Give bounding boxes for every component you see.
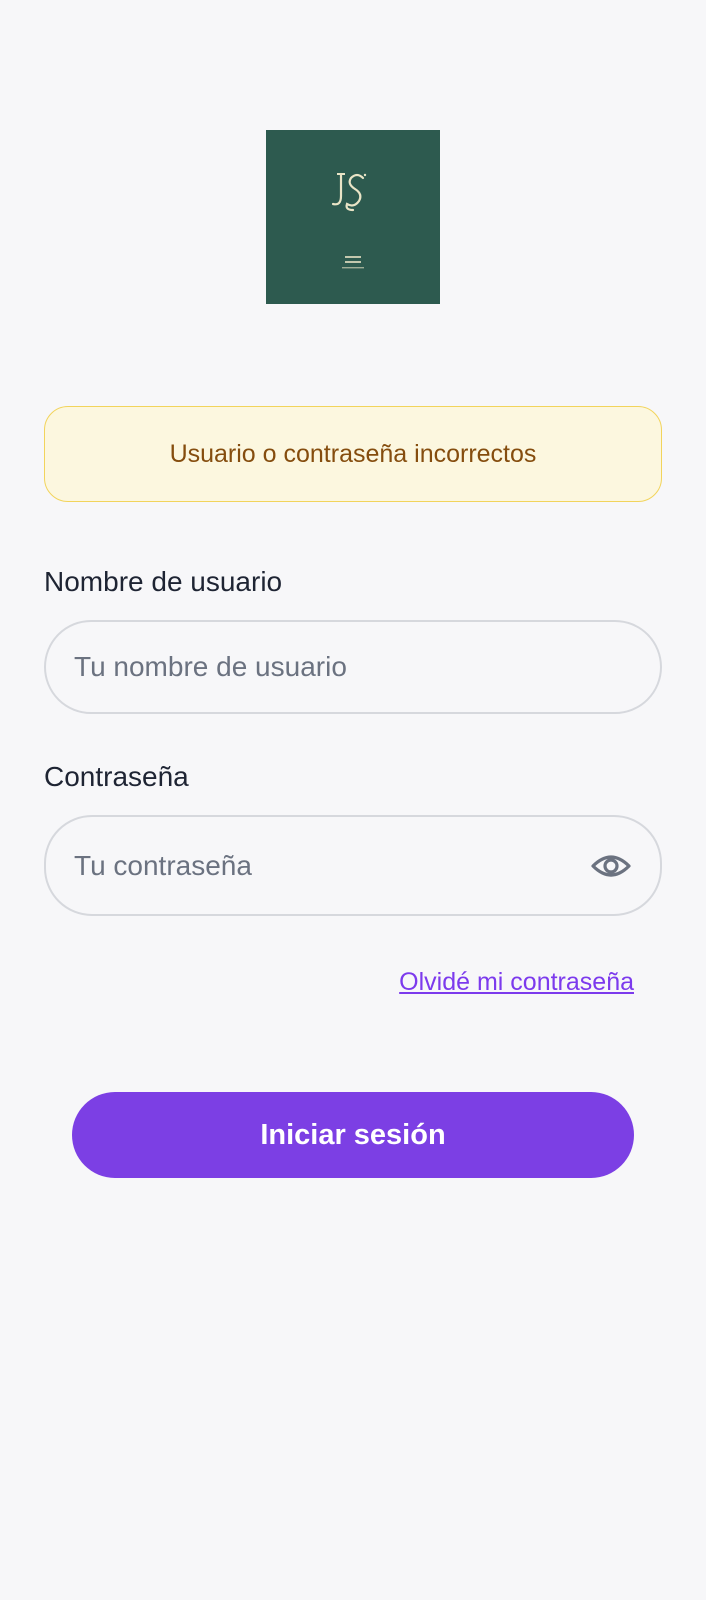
username-label: Nombre de usuario — [44, 566, 283, 597]
logo-monogram — [331, 172, 367, 212]
login-button[interactable]: Iniciar sesión — [72, 1092, 634, 1178]
show-password-toggle[interactable] — [590, 845, 632, 887]
eye-icon — [591, 854, 631, 877]
password-input[interactable] — [74, 817, 574, 914]
error-alert: Usuario o contraseña incorrectos — [44, 406, 662, 502]
error-message: Usuario o contraseña incorrectos — [169, 439, 537, 468]
username-field-container — [44, 620, 662, 714]
password-label: Contraseña — [44, 761, 189, 792]
logo-subtext-mark — [342, 256, 364, 269]
password-field-container — [44, 815, 662, 916]
app-logo — [266, 130, 440, 304]
login-screen: Usuario o contraseña incorrectos Nombre … — [0, 0, 706, 1600]
username-input[interactable] — [74, 622, 574, 712]
forgot-password-link[interactable]: Olvidé mi contraseña — [399, 968, 634, 997]
